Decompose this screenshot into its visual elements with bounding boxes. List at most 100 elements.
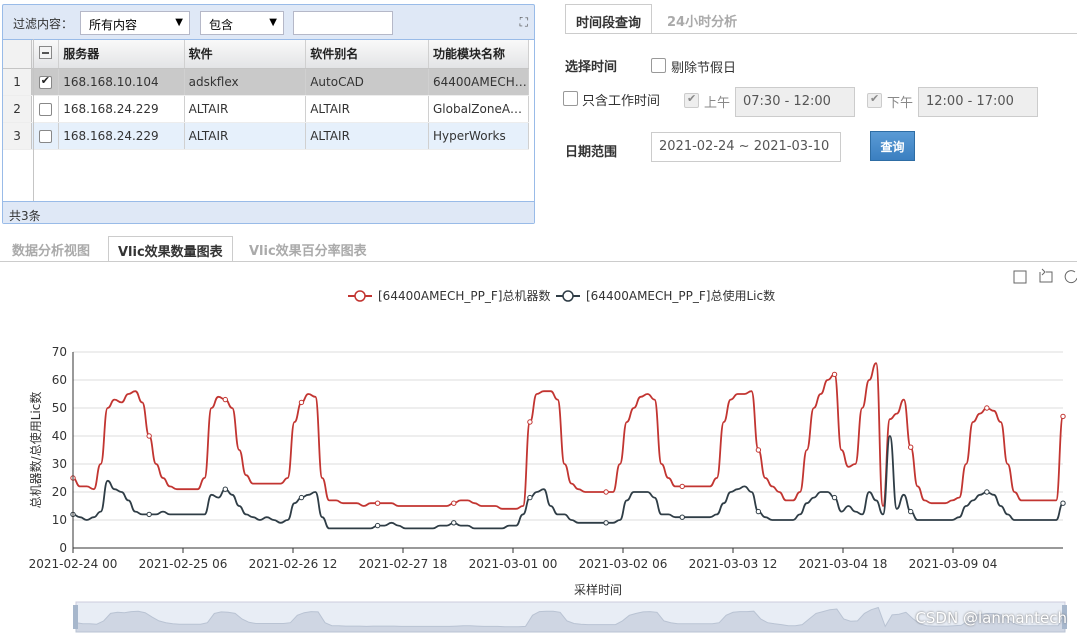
y-tick-label: 0 [59,541,67,555]
data-point [755,508,762,515]
table-row[interactable]: 1 168.168.10.104 adskflex AutoCAD 64400A… [3,68,529,96]
filter-grid-panel: 过滤内容： 所有内容 ▼ 包含 ▼ ⛶ 服务器 软件 软件别名 功能模块名称 1… [2,4,535,224]
data-point [679,514,685,520]
workday-only-label: 只含工作时间 [582,94,661,109]
filter-value-input[interactable] [293,11,393,35]
filter-op-select[interactable]: 包含 ▼ [200,11,284,35]
vlic-count-chart: [64400AMECH_PP_F]总机器数 [64400AMECH_PP_F]总使… [28,268,1077,633]
legend-marker [354,290,366,302]
tab-time-range-query[interactable]: 时间段查询 [565,4,653,34]
data-point [298,494,305,501]
cell-software: ALTAIR [184,95,307,123]
col-module[interactable]: 功能模块名称 [428,40,529,69]
y-tick-label: 70 [52,345,67,359]
data-point [831,494,838,501]
x-tick-label: 2021-03-01 00 [469,557,558,571]
cell-alias: ALTAIR [305,95,429,123]
y-tick-label: 10 [52,513,67,527]
cell-alias: AutoCAD [305,68,429,96]
exclude-holidays-checkbox[interactable] [651,58,666,73]
cell-server: 168.168.10.104 [58,68,185,96]
tab-vlic-percent-chart[interactable]: Vlic效果百分率图表 [240,236,376,262]
record-count: 共3条 [3,201,534,223]
data-point [374,522,381,529]
am-checkbox[interactable] [684,92,699,108]
cell-module: HyperWorks [428,122,529,150]
x-tick-label: 2021-02-26 12 [249,557,338,571]
tab-divider [565,33,1077,34]
data-point [755,447,762,453]
data-point [298,399,305,406]
chart-toolbox [1013,268,1077,284]
chart-axes: 0 10 20 30 40 50 60 70 2021-02-24 00 2021-02-25 0… [28,345,997,597]
data-point [146,511,152,518]
cell-module: 64400AMECH_PP_F [428,68,529,96]
undo-zoom-icon[interactable] [1039,268,1053,283]
am-time-input[interactable]: 07:30 - 12:00 [735,87,855,117]
table-header-row: 服务器 软件 软件别名 功能模块名称 [3,40,529,69]
col-alias[interactable]: 软件别名 [305,40,429,69]
exclude-holidays-label: 剔除节假日 [671,61,737,76]
data-point [451,520,457,526]
pm-checkbox[interactable] [867,92,882,108]
chevron-down-icon: ▼ [175,17,183,28]
select-time-label: 选择时间 [565,60,618,75]
filter-op-value: 包含 [209,18,234,32]
y-axis-label: 总机器数/总使用Lic数 [28,392,43,509]
data-point [831,371,838,378]
data-point [603,489,609,495]
zoom-handle-left [73,605,78,629]
cell-module: GlobalZoneAsiaPacific [428,95,529,123]
data-point [222,396,229,403]
row-checkbox[interactable] [31,68,60,96]
cell-software: ALTAIR [184,122,307,150]
data-point [527,419,533,425]
cell-software: adskflex [184,68,307,96]
series-line-1 [72,435,1064,530]
x-tick-label: 2021-03-03 12 [689,557,778,571]
row-checkbox[interactable] [31,122,60,150]
y-tick-label: 40 [52,429,67,443]
data-point [907,508,914,515]
data-point [374,500,381,506]
pm-time-input[interactable]: 12:00 - 17:00 [918,87,1038,117]
watermark: CSDN @lanmantech [915,609,1067,627]
data-point [1060,500,1066,506]
query-button[interactable]: 查询 [870,131,915,161]
row-checkbox[interactable] [31,95,60,123]
col-server[interactable]: 服务器 [58,40,185,69]
restore-icon[interactable] [1064,270,1077,284]
cell-alias: ALTAIR [305,122,429,150]
table-row[interactable]: 3 168.168.24.229 ALTAIR ALTAIR HyperWork… [3,122,529,150]
cell-server: 168.168.24.229 [58,95,185,123]
filter-toolbar: 过滤内容： 所有内容 ▼ 包含 ▼ ⛶ [3,5,534,39]
y-tick-label: 30 [52,457,67,471]
row-number-divider [33,39,34,203]
x-tick-label: 2021-03-02 06 [579,557,668,571]
tab-data-analysis[interactable]: 数据分析视图 [3,236,99,262]
x-tick-label: 2021-02-24 00 [29,557,118,571]
tab-24h-analysis[interactable]: 24小时分析 [657,4,747,34]
data-point [451,500,457,506]
x-tick-label: 2021-03-04 18 [799,557,888,571]
table-row[interactable]: 2 168.168.24.229 ALTAIR ALTAIR GlobalZon… [3,95,529,123]
zoom-icon[interactable] [1013,270,1027,284]
y-tick-label: 20 [52,485,67,499]
tab-vlic-count-chart[interactable]: Vlic效果数量图表 [108,236,233,262]
col-software[interactable]: 软件 [184,40,307,69]
cell-server: 168.168.24.229 [58,122,185,150]
x-axis-label: 采样时间 [574,582,622,597]
filter-label: 过滤内容： [13,17,74,31]
y-tick-label: 60 [52,373,67,387]
filter-field-select[interactable]: 所有内容 ▼ [80,11,190,35]
date-range-input[interactable]: 2021-02-24 ~ 2021-03-10 [651,132,841,162]
expand-icon[interactable]: ⛶ [520,15,528,30]
y-tick-label: 50 [52,401,67,415]
workday-only-checkbox[interactable] [563,91,578,106]
chart-legend: [64400AMECH_PP_F]总机器数 [64400AMECH_PP_F]总使… [348,288,775,303]
legend-label: [64400AMECH_PP_F]总使用Lic数 [586,288,775,303]
select-all-checkbox[interactable] [31,40,60,69]
legend-marker [562,290,574,302]
chart-series [70,362,1066,530]
row-number: 3 [3,122,33,150]
